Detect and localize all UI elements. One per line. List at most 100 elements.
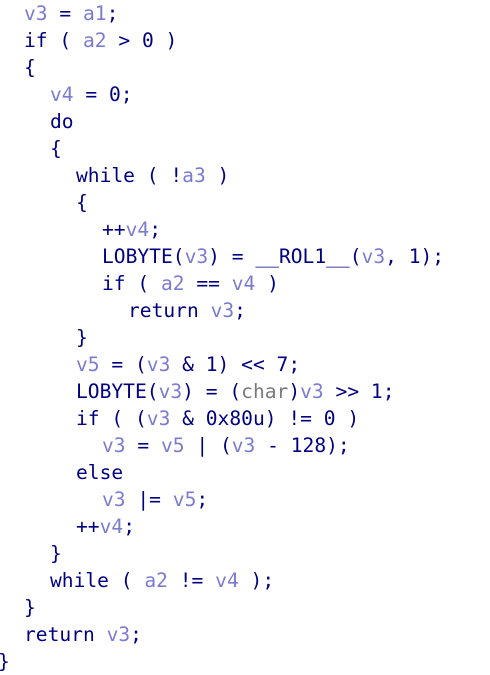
variable-token: v5	[172, 488, 197, 511]
code-line[interactable]: v4 = 0;	[50, 81, 133, 108]
code-text: )	[205, 164, 230, 187]
code-line[interactable]: while ( a2 != v4 );	[50, 567, 274, 594]
code-text: (	[349, 245, 362, 268]
code-line[interactable]: if ( a2 > 0 )	[24, 27, 177, 54]
variable-token: a2	[144, 569, 168, 592]
keyword-token: else	[76, 461, 124, 484]
code-text: = 0;	[73, 83, 133, 106]
code-text: > 0 )	[106, 29, 178, 52]
variable-token: v4	[125, 218, 150, 241]
keyword-token: if	[102, 272, 126, 295]
code-text: )	[288, 380, 301, 403]
code-text: }	[0, 650, 10, 673]
code-text: {	[50, 137, 62, 160]
variable-token: v3	[102, 488, 126, 511]
keyword-token: if	[76, 407, 100, 430]
identifier-token: LOBYTE	[102, 245, 173, 268]
code-text: ==	[184, 272, 232, 295]
decompiled-code-view[interactable]: v3 = a1; if ( a2 > 0 ){v4 = 0; do{while ( …	[0, 0, 490, 674]
code-text: ++	[76, 515, 100, 538]
code-text: ++	[102, 218, 126, 241]
keyword-token: return	[24, 623, 95, 646]
keyword-token: if	[24, 29, 48, 52]
variable-token: v4	[99, 515, 124, 538]
code-text: & 1) << 7;	[170, 353, 301, 376]
keyword-token: return	[128, 299, 199, 322]
variable-token: v5	[160, 434, 185, 457]
code-text: )	[255, 272, 279, 295]
code-line[interactable]: do	[50, 108, 74, 135]
code-text: ;	[123, 515, 135, 538]
code-text: =	[125, 434, 161, 457]
code-text: ) = (	[182, 380, 242, 403]
variable-token: v3	[231, 434, 256, 457]
code-text: ( !	[134, 164, 183, 187]
variable-token: v3	[24, 2, 48, 25]
code-line[interactable]: {	[76, 189, 88, 216]
code-text: (	[125, 272, 161, 295]
code-text: =	[47, 2, 83, 25]
variable-token: a2	[82, 29, 107, 52]
variable-token: v4	[50, 83, 74, 106]
code-text: }	[50, 542, 62, 565]
code-text: (	[47, 29, 83, 52]
code-line[interactable]: }	[76, 324, 88, 351]
code-text: , 1);	[385, 245, 445, 268]
code-line[interactable]: }	[24, 594, 36, 621]
keyword-token: while	[76, 164, 135, 187]
keyword-token: do	[50, 110, 74, 133]
code-line[interactable]: if ( a2 == v4 )	[102, 270, 279, 297]
code-line[interactable]: LOBYTE(v3) = __ROL1__(v3, 1);	[102, 243, 444, 270]
code-text: (	[146, 380, 159, 403]
code-line[interactable]: else	[76, 459, 123, 486]
code-line[interactable]: ++v4;	[102, 216, 161, 243]
code-line[interactable]: v3 = a1;	[24, 0, 118, 27]
code-text: ;	[130, 623, 142, 646]
variable-token: v3	[210, 299, 235, 322]
code-line[interactable]: {	[24, 54, 36, 81]
code-line[interactable]: v3 = v5 | (v3 - 128);	[102, 432, 350, 459]
code-text: {	[24, 56, 36, 79]
variable-token: a1	[82, 2, 107, 25]
variable-token: v3	[146, 407, 171, 430]
variable-token: v3	[361, 245, 386, 268]
variable-token: a2	[160, 272, 185, 295]
code-text: & 0x80u) != 0 )	[170, 407, 360, 430]
code-line[interactable]: return v3;	[128, 297, 246, 324]
variable-token: v3	[158, 380, 183, 403]
code-text: ;	[106, 2, 119, 25]
code-text: - 128);	[255, 434, 350, 457]
code-line[interactable]: {	[50, 135, 62, 162]
code-line[interactable]: while ( !a3 )	[76, 162, 229, 189]
variable-token: v4	[215, 569, 239, 592]
code-text: | (	[184, 434, 232, 457]
code-text: = (	[99, 353, 147, 376]
code-text: {	[76, 191, 88, 214]
code-line[interactable]: ++v4;	[76, 513, 135, 540]
code-text: >> 1;	[323, 380, 395, 403]
variable-token: v3	[184, 245, 209, 268]
variable-token: v3	[102, 434, 126, 457]
keyword-token: while	[50, 569, 109, 592]
variable-token: v5	[76, 353, 100, 376]
code-text: );	[238, 569, 275, 592]
code-line[interactable]: }	[50, 540, 62, 567]
identifier-token: __ROL1__	[255, 245, 350, 268]
code-line[interactable]: }	[0, 648, 10, 675]
type-token: char	[241, 380, 289, 403]
code-text: ;	[234, 299, 246, 322]
code-line[interactable]: return v3;	[24, 621, 142, 648]
variable-token: v4	[231, 272, 256, 295]
code-line[interactable]: LOBYTE(v3) = (char)v3 >> 1;	[76, 378, 395, 405]
code-line[interactable]: v3 |= v5;	[102, 486, 208, 513]
code-text: }	[76, 326, 88, 349]
code-text: (	[172, 245, 185, 268]
variable-token: v3	[300, 380, 324, 403]
code-text: ( (	[99, 407, 147, 430]
code-line[interactable]: if ( (v3 & 0x80u) != 0 )	[76, 405, 359, 432]
code-text: (	[108, 569, 145, 592]
code-text: ;	[149, 218, 161, 241]
code-line[interactable]: v5 = (v3 & 1) << 7;	[76, 351, 300, 378]
